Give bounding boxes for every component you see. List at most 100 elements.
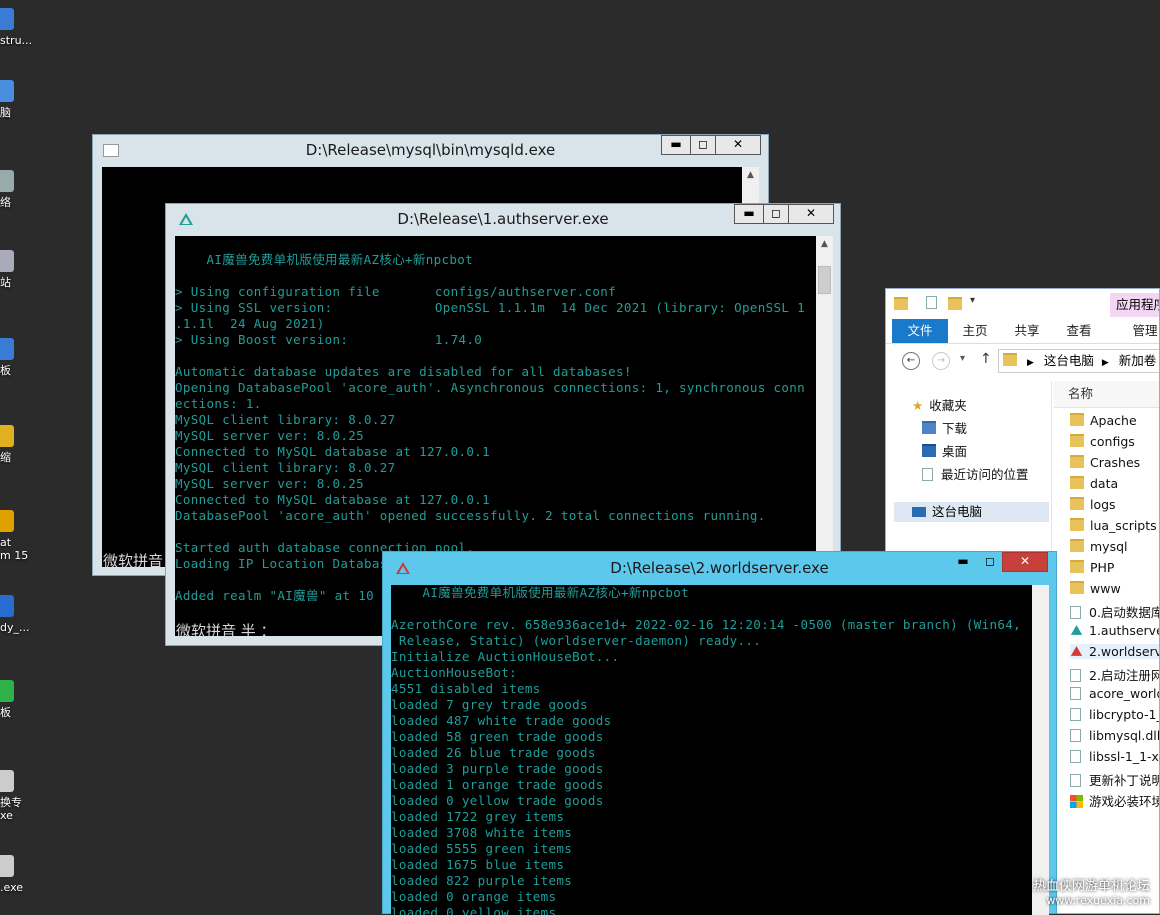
worldserver-window[interactable]: D:\Release\2.worldserver.exe ▬ ◻ ✕ AI魔兽免…	[382, 551, 1057, 915]
shortcut-icon	[0, 8, 14, 30]
desktop-shortcut[interactable]: at m 15	[0, 510, 40, 562]
list-item[interactable]: 2.启动注册网	[1070, 665, 1159, 684]
desktop-shortcut[interactable]: 板	[0, 680, 40, 719]
close-button[interactable]: ✕	[715, 135, 761, 155]
chevron-down-icon[interactable]: ▾	[970, 295, 975, 306]
chevron-right-icon: ▶	[1101, 358, 1109, 368]
folder-icon	[1070, 560, 1084, 573]
list-item[interactable]: Crashes	[1070, 455, 1140, 470]
properties-icon[interactable]	[926, 296, 937, 309]
forum-watermark: 热血侠网游单机论坛 www.rexuexia.com	[1032, 879, 1150, 908]
console-line: AI魔兽免费单机版使用最新AZ核心+新npcbot	[391, 585, 690, 600]
up-arrow-icon[interactable]: ↑	[980, 351, 992, 367]
list-item[interactable]: mysql	[1070, 539, 1128, 554]
minimize-button[interactable]: ▬	[734, 204, 764, 224]
list-item[interactable]: 0.启动数据库	[1070, 602, 1159, 621]
list-item[interactable]: www	[1070, 581, 1121, 596]
console-line: Opening DatabasePool 'acore_auth'. Async…	[175, 380, 806, 395]
list-item[interactable]: libssl-1_1-x6	[1070, 749, 1159, 764]
list-item[interactable]: acore_world	[1070, 686, 1159, 701]
shortcut-icon	[0, 770, 14, 792]
list-item[interactable]: PHP	[1070, 560, 1114, 575]
console-line: Initialize AuctionHouseBot...	[391, 649, 620, 664]
desktop-shortcut[interactable]: 脑	[0, 80, 40, 119]
address-segment[interactable]: 这台电脑	[1044, 353, 1094, 368]
shortcut-icon	[0, 855, 14, 877]
nav-favorites[interactable]: ★ 收藏夹	[912, 395, 967, 414]
ribbon-tab[interactable]: 文件	[892, 319, 948, 343]
desktop-shortcut[interactable]: 站	[0, 250, 40, 289]
nav-this-pc[interactable]: 这台电脑	[894, 502, 1049, 522]
desktop-shortcut[interactable]: stru...	[0, 8, 40, 47]
context-tab-application[interactable]: 应用程序	[1110, 293, 1159, 317]
scroll-up-arrow[interactable]: ▲	[742, 167, 759, 183]
column-header-name[interactable]: 名称	[1054, 381, 1159, 408]
maximize-button[interactable]: ◻	[763, 204, 789, 224]
file-list: 名称 Apache configs Crashes data logs lua_scrip…	[1054, 381, 1159, 913]
recent-dropdown-icon[interactable]: ▾	[960, 353, 965, 364]
maximize-button[interactable]: ◻	[690, 135, 716, 155]
list-item[interactable]: 1.authserver	[1070, 623, 1159, 638]
desktop-shortcut[interactable]: dy_...	[0, 595, 40, 634]
console-line: loaded 7 grey trade goods	[391, 697, 588, 712]
minimize-button[interactable]: ▬	[948, 552, 978, 572]
ribbon-tabs: 文件 主页 共享 查看 管理	[886, 319, 1159, 344]
list-item[interactable]: logs	[1070, 497, 1116, 512]
desktop-shortcut[interactable]: 换专 xe	[0, 770, 40, 822]
ribbon-tab[interactable]: 主页	[952, 319, 998, 343]
folder-icon	[1070, 581, 1084, 594]
desktop-shortcut[interactable]: 缩	[0, 425, 40, 464]
new-folder-icon[interactable]	[948, 297, 962, 310]
address-bar[interactable]: ▶ 这台电脑 ▶ 新加卷 (	[998, 349, 1159, 373]
folder-icon[interactable]	[894, 297, 908, 310]
ribbon-tab[interactable]: 查看	[1056, 319, 1102, 343]
shortcut-label: 换专 xe	[0, 796, 22, 822]
folder-icon	[1070, 455, 1084, 468]
list-item[interactable]: 2.worldserve	[1070, 644, 1159, 659]
scroll-up-arrow[interactable]: ▲	[816, 236, 833, 252]
close-button[interactable]: ✕	[1002, 552, 1048, 572]
address-segment[interactable]: 新加卷 (	[1119, 353, 1159, 368]
desktop-shortcut[interactable]: .exe	[0, 855, 40, 894]
folder-icon	[1070, 413, 1084, 426]
ribbon-tab[interactable]: 管理	[1122, 319, 1159, 343]
worldserver-scrollbar[interactable]	[1032, 585, 1049, 915]
list-item[interactable]: libmysql.dll	[1070, 728, 1159, 743]
list-item[interactable]: configs	[1070, 434, 1135, 449]
console-line: loaded 58 green trade goods	[391, 729, 604, 744]
console-line: loaded 822 purple items	[391, 873, 573, 888]
console-line: AzerothCore rev. 658e936ace1d+ 2022-02-1…	[391, 617, 1022, 632]
close-button[interactable]: ✕	[788, 204, 834, 224]
navigation-bar: ← → ▾ ↑ ▶ 这台电脑 ▶ 新加卷 (	[886, 347, 1159, 377]
shortcut-icon	[0, 338, 14, 360]
forward-arrow-icon[interactable]: →	[932, 352, 950, 370]
list-item[interactable]: 更新补丁说明	[1070, 770, 1159, 789]
desktop-shortcut[interactable]: 络	[0, 170, 40, 209]
shortcut-label: 脑	[0, 106, 11, 119]
shortcut-icon	[0, 170, 14, 192]
console-line: loaded 1 orange trade goods	[391, 777, 604, 792]
desktop-shortcut[interactable]: 板	[0, 338, 40, 377]
console-line: 4551 disabled items	[391, 681, 541, 696]
scroll-thumb[interactable]	[818, 266, 831, 294]
maximize-button[interactable]: ◻	[977, 552, 1003, 572]
list-item[interactable]: lua_scripts	[1070, 518, 1157, 533]
chevron-right-icon: ▶	[1026, 358, 1034, 368]
shortcut-label: stru...	[0, 34, 33, 47]
worldserver-console[interactable]: AI魔兽免费单机版使用最新AZ核心+新npcbot AzerothCore rev…	[391, 585, 1032, 915]
list-item[interactable]: 游戏必装环境	[1070, 791, 1159, 810]
ribbon-tab[interactable]: 共享	[1004, 319, 1050, 343]
console-line: > Using Boost version: 1.74.0	[175, 332, 483, 347]
nav-downloads[interactable]: 下载	[922, 418, 967, 437]
nav-recent[interactable]: 最近访问的位置	[922, 464, 1029, 483]
nav-desktop[interactable]: 桌面	[922, 441, 967, 460]
list-item[interactable]: Apache	[1070, 413, 1137, 428]
back-arrow-icon[interactable]: ←	[902, 352, 920, 370]
list-item[interactable]: data	[1070, 476, 1118, 491]
minimize-button[interactable]: ▬	[661, 135, 691, 155]
download-folder-icon	[922, 421, 936, 434]
list-item[interactable]: libcrypto-1_	[1070, 707, 1159, 722]
console-line: loaded 5555 green items	[391, 841, 573, 856]
